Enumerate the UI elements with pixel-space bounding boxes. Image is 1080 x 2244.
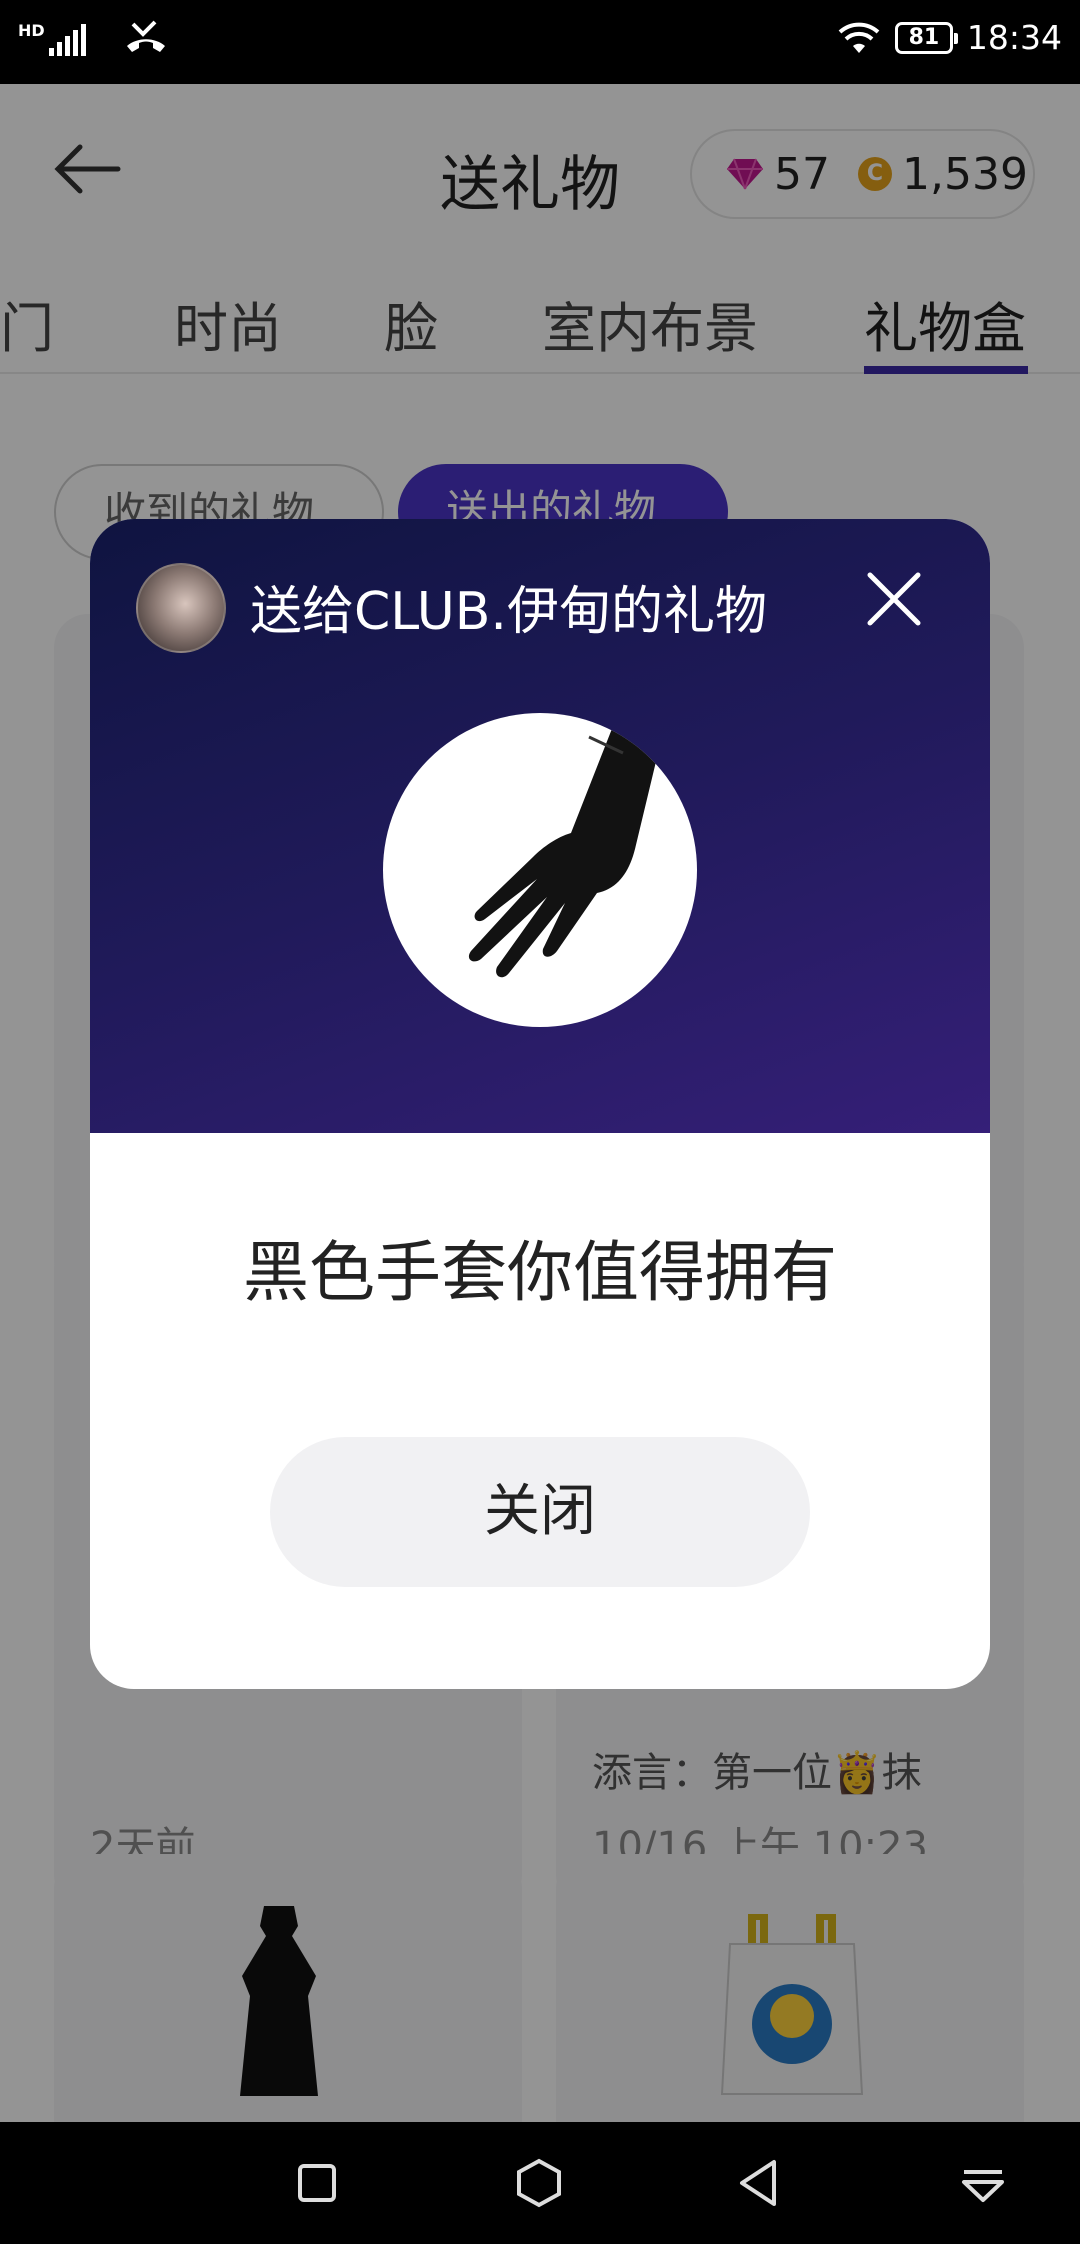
- close-button[interactable]: 关闭: [270, 1437, 810, 1587]
- system-nav-bar: [0, 2122, 1080, 2244]
- close-icon[interactable]: [866, 571, 922, 627]
- network-type: HD: [18, 20, 45, 40]
- dialog-header: 送给CLUB.伊甸的礼物: [90, 519, 990, 1133]
- black-glove-image: [468, 721, 659, 978]
- battery-indicator: 81: [894, 21, 958, 54]
- wifi-icon: [838, 22, 880, 53]
- back-icon[interactable]: [732, 2156, 786, 2210]
- recipient-avatar: [136, 563, 226, 653]
- status-bar: HD 81 18:34: [0, 0, 1080, 84]
- home-icon[interactable]: [512, 2156, 566, 2210]
- gift-message: 黑色手套你值得拥有: [243, 1234, 837, 1311]
- clock: 18:34: [966, 18, 1062, 57]
- notification-shade-icon[interactable]: [956, 2156, 1010, 2210]
- gift-detail-dialog: 送给CLUB.伊甸的礼物 黑色手套你值得拥有 关闭: [90, 519, 990, 1689]
- signal-icon: [48, 24, 86, 56]
- missed-call-icon: [126, 20, 165, 52]
- gift-image: [383, 713, 697, 1027]
- dialog-title: 送给CLUB.伊甸的礼物: [250, 582, 767, 642]
- recents-icon[interactable]: [290, 2156, 344, 2210]
